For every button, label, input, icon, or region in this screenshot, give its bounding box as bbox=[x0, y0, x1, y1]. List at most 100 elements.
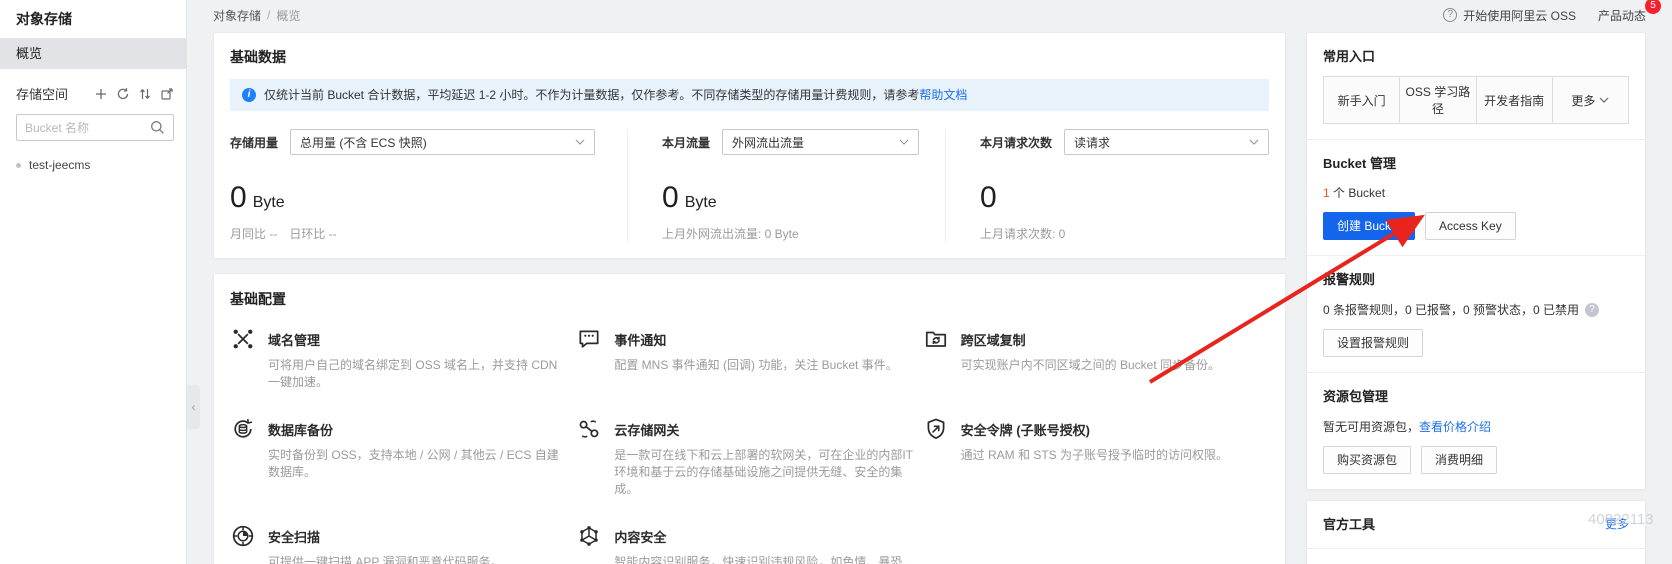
news-count-badge: 5 bbox=[1645, 0, 1661, 14]
chevron-down-icon bbox=[1599, 97, 1609, 103]
tab-getting-started[interactable]: 新手入门 bbox=[1324, 77, 1400, 123]
config-grid: 域名管理 可将用户自己的域名绑定到 OSS 域名上，并支持 CDN 一键加速。 … bbox=[230, 326, 1269, 564]
notice-text: 仅统计当前 Bucket 合计数据，平均延迟 1-2 小时。不作为计量数据，仅作… bbox=[264, 87, 967, 103]
config-item-domain[interactable]: 域名管理 可将用户自己的域名绑定到 OSS 域名上，并支持 CDN 一键加速。 bbox=[230, 326, 576, 391]
cross-region-replication-icon bbox=[923, 326, 949, 352]
config-item-content-moderation[interactable]: 内容安全 智能内容识别服务，快速识别违规风险，如色情、暴恐、垃圾广告等。 bbox=[576, 523, 922, 564]
tab-developer-guide[interactable]: 开发者指南 bbox=[1477, 77, 1553, 123]
storage-sub-text: 月同比 -- 日环比 -- bbox=[230, 225, 595, 242]
config-item-event-notification[interactable]: 事件通知 配置 MNS 事件通知 (回调) 功能，关注 Bucket 事件。 bbox=[576, 326, 922, 391]
tools-card: 官方工具 更多 数据在线迁移 (公测) 进入 在线迁移服务支持第三方源站 (数据… bbox=[1306, 500, 1646, 564]
right-panel: 常用入口 新手入门 OSS 学习路径 开发者指南 更多 Bucket bbox=[1306, 30, 1646, 564]
sort-icon[interactable] bbox=[138, 87, 152, 101]
storage-space-label: 存储空间 bbox=[16, 84, 94, 103]
breadcrumb-current: 概览 bbox=[276, 7, 300, 24]
config-item-security-scan[interactable]: 安全扫描 可提供一键扫描 APP 漏洞和恶意代码服务。 bbox=[230, 523, 576, 564]
oss-console: 对象存储 概览 存储空间 test-jeecms ‹ 对象存储 / 概览 bbox=[0, 0, 1672, 564]
alarm-status: 0 条报警规则，0 已报警，0 预警状态，0 已禁用 ? bbox=[1323, 301, 1629, 318]
right-panel-card: 常用入口 新手入门 OSS 学习路径 开发者指南 更多 Bucket bbox=[1306, 32, 1646, 490]
consumption-detail-button[interactable]: 消费明细 bbox=[1421, 446, 1497, 474]
basic-data-title: 基础数据 bbox=[230, 47, 1269, 67]
main-area: 对象存储 / 概览 ? 开始使用阿里云 OSS 产品动态 5 基础数据 bbox=[187, 0, 1672, 564]
config-grid-spacer bbox=[923, 523, 1269, 564]
basic-config-card: 基础配置 域名管理 可将用户自己的域名绑定到 OSS 域名上，并支持 CDN 一… bbox=[213, 273, 1286, 564]
resource-package-status: 暂无可用资源包，查看价格介绍 bbox=[1323, 418, 1629, 435]
requests-value: 0 bbox=[980, 181, 1269, 215]
chevron-down-icon bbox=[575, 139, 585, 145]
requests-metric-select[interactable]: 读请求 bbox=[1064, 129, 1269, 155]
bucket-management-title: Bucket 管理 bbox=[1323, 153, 1629, 172]
traffic-metric-select[interactable]: 外网流出流量 bbox=[722, 129, 919, 155]
bucket-count: 1 个 Bucket bbox=[1323, 184, 1629, 201]
expand-icon[interactable] bbox=[160, 87, 174, 101]
config-item-security-token[interactable]: 安全令牌 (子账号授权) 通过 RAM 和 STS 为子账号授予临时的访问权限。 bbox=[923, 416, 1269, 498]
traffic-sub-text: 上月外网流出流量: 0 Byte bbox=[662, 225, 919, 242]
bucket-toolbar bbox=[94, 87, 174, 101]
breadcrumb-root[interactable]: 对象存储 bbox=[213, 7, 261, 24]
stat-traffic-label: 本月流量 bbox=[662, 134, 710, 151]
tools-more-link[interactable]: 更多 bbox=[1605, 515, 1629, 532]
notice-banner: i 仅统计当前 Bucket 合计数据，平均延迟 1-2 小时。不作为计量数据，… bbox=[230, 79, 1269, 111]
quick-entry-title: 常用入口 bbox=[1323, 46, 1629, 65]
storage-space-header: 存储空间 bbox=[0, 69, 186, 107]
cloud-storage-gateway-icon bbox=[576, 416, 602, 442]
resource-package-section: 资源包管理 暂无可用资源包，查看价格介绍 购买资源包 消费明细 bbox=[1307, 373, 1645, 489]
getting-started-link[interactable]: ? 开始使用阿里云 OSS bbox=[1443, 7, 1576, 24]
security-token-icon bbox=[923, 416, 949, 442]
quick-entry-section: 常用入口 新手入门 OSS 学习路径 开发者指南 更多 bbox=[1307, 33, 1645, 140]
tab-more[interactable]: 更多 bbox=[1553, 77, 1628, 123]
storage-metric-select[interactable]: 总用量 (不含 ECS 快照) bbox=[290, 129, 595, 155]
database-backup-icon bbox=[230, 416, 256, 442]
question-circle-icon[interactable]: ? bbox=[1585, 303, 1599, 317]
bucket-dot-icon bbox=[16, 163, 21, 168]
stat-requests-label: 本月请求次数 bbox=[980, 134, 1052, 151]
add-bucket-icon[interactable] bbox=[94, 87, 108, 101]
refresh-icon[interactable] bbox=[116, 87, 130, 101]
bucket-search-input[interactable] bbox=[25, 121, 150, 135]
content-moderation-icon bbox=[576, 523, 602, 549]
bucket-list-item[interactable]: test-jeecms bbox=[0, 141, 186, 172]
content-column: 基础数据 i 仅统计当前 Bucket 合计数据，平均延迟 1-2 小时。不作为… bbox=[213, 30, 1286, 564]
buy-resource-package-button[interactable]: 购买资源包 bbox=[1323, 446, 1411, 474]
sidebar-collapse-handle[interactable]: ‹ bbox=[187, 385, 200, 429]
create-bucket-button[interactable]: 创建 Bucket bbox=[1323, 212, 1415, 240]
search-icon[interactable] bbox=[150, 120, 165, 135]
help-doc-link[interactable]: 帮助文档 bbox=[919, 88, 967, 102]
breadcrumb-separator: / bbox=[267, 8, 270, 22]
requests-sub-text: 上月请求次数: 0 bbox=[980, 225, 1269, 242]
config-item-cloud-storage-gateway[interactable]: 云存储网关 是一款可在线下和云上部署的软网关，可在企业的内部IT环境和基于云的存… bbox=[576, 416, 922, 498]
product-news-label: 产品动态 bbox=[1598, 9, 1646, 23]
price-info-link[interactable]: 查看价格介绍 bbox=[1419, 420, 1491, 434]
basic-config-title: 基础配置 bbox=[230, 289, 1269, 309]
stat-storage: 存储用量 总用量 (不含 ECS 快照) 0Byte 月同比 -- 日环比 -- bbox=[230, 129, 628, 242]
tab-learning-path[interactable]: OSS 学习路径 bbox=[1400, 77, 1476, 123]
basic-data-card: 基础数据 i 仅统计当前 Bucket 合计数据，平均延迟 1-2 小时。不作为… bbox=[213, 32, 1286, 259]
sidebar-item-overview[interactable]: 概览 bbox=[0, 38, 186, 69]
product-news-link[interactable]: 产品动态 5 bbox=[1598, 7, 1646, 24]
official-tools-title: 官方工具 bbox=[1323, 514, 1375, 533]
traffic-value: 0Byte bbox=[662, 181, 919, 215]
bucket-search bbox=[16, 114, 174, 141]
config-item-cross-region-replication[interactable]: 跨区域复制 可实现账户内不同区域之间的 Bucket 同步备份。 bbox=[923, 326, 1269, 391]
stat-traffic: 本月流量 外网流出流量 0Byte 上月外网流出流量: 0 Byte bbox=[628, 129, 946, 242]
help-circle-icon: ? bbox=[1443, 8, 1457, 22]
stat-requests: 本月请求次数 读请求 0 上月请求次数: 0 bbox=[946, 129, 1269, 242]
event-notification-icon bbox=[576, 326, 602, 352]
storage-value: 0Byte bbox=[230, 181, 595, 215]
top-bar: 对象存储 / 概览 ? 开始使用阿里云 OSS 产品动态 5 bbox=[213, 0, 1646, 30]
domain-management-icon bbox=[230, 326, 256, 352]
stats-row: 存储用量 总用量 (不含 ECS 快照) 0Byte 月同比 -- 日环比 -- bbox=[230, 129, 1269, 242]
security-scan-icon bbox=[230, 523, 256, 549]
chevron-down-icon bbox=[899, 139, 909, 145]
official-tools-section: 官方工具 更多 bbox=[1307, 501, 1645, 549]
access-key-button[interactable]: Access Key bbox=[1425, 212, 1516, 240]
stat-storage-label: 存储用量 bbox=[230, 134, 278, 151]
bucket-name: test-jeecms bbox=[29, 158, 90, 172]
quick-entry-tabs: 新手入门 OSS 学习路径 开发者指南 更多 bbox=[1323, 76, 1629, 124]
sidebar: 对象存储 概览 存储空间 test-jeecms bbox=[0, 0, 187, 564]
set-alarm-rules-button[interactable]: 设置报警规则 bbox=[1323, 329, 1423, 357]
alarm-rules-title: 报警规则 bbox=[1323, 269, 1629, 288]
getting-started-label: 开始使用阿里云 OSS bbox=[1463, 7, 1576, 24]
config-item-database-backup[interactable]: 数据库备份 实时备份到 OSS，支持本地 / 公网 / 其他云 / ECS 自建… bbox=[230, 416, 576, 498]
info-icon: i bbox=[242, 88, 256, 102]
